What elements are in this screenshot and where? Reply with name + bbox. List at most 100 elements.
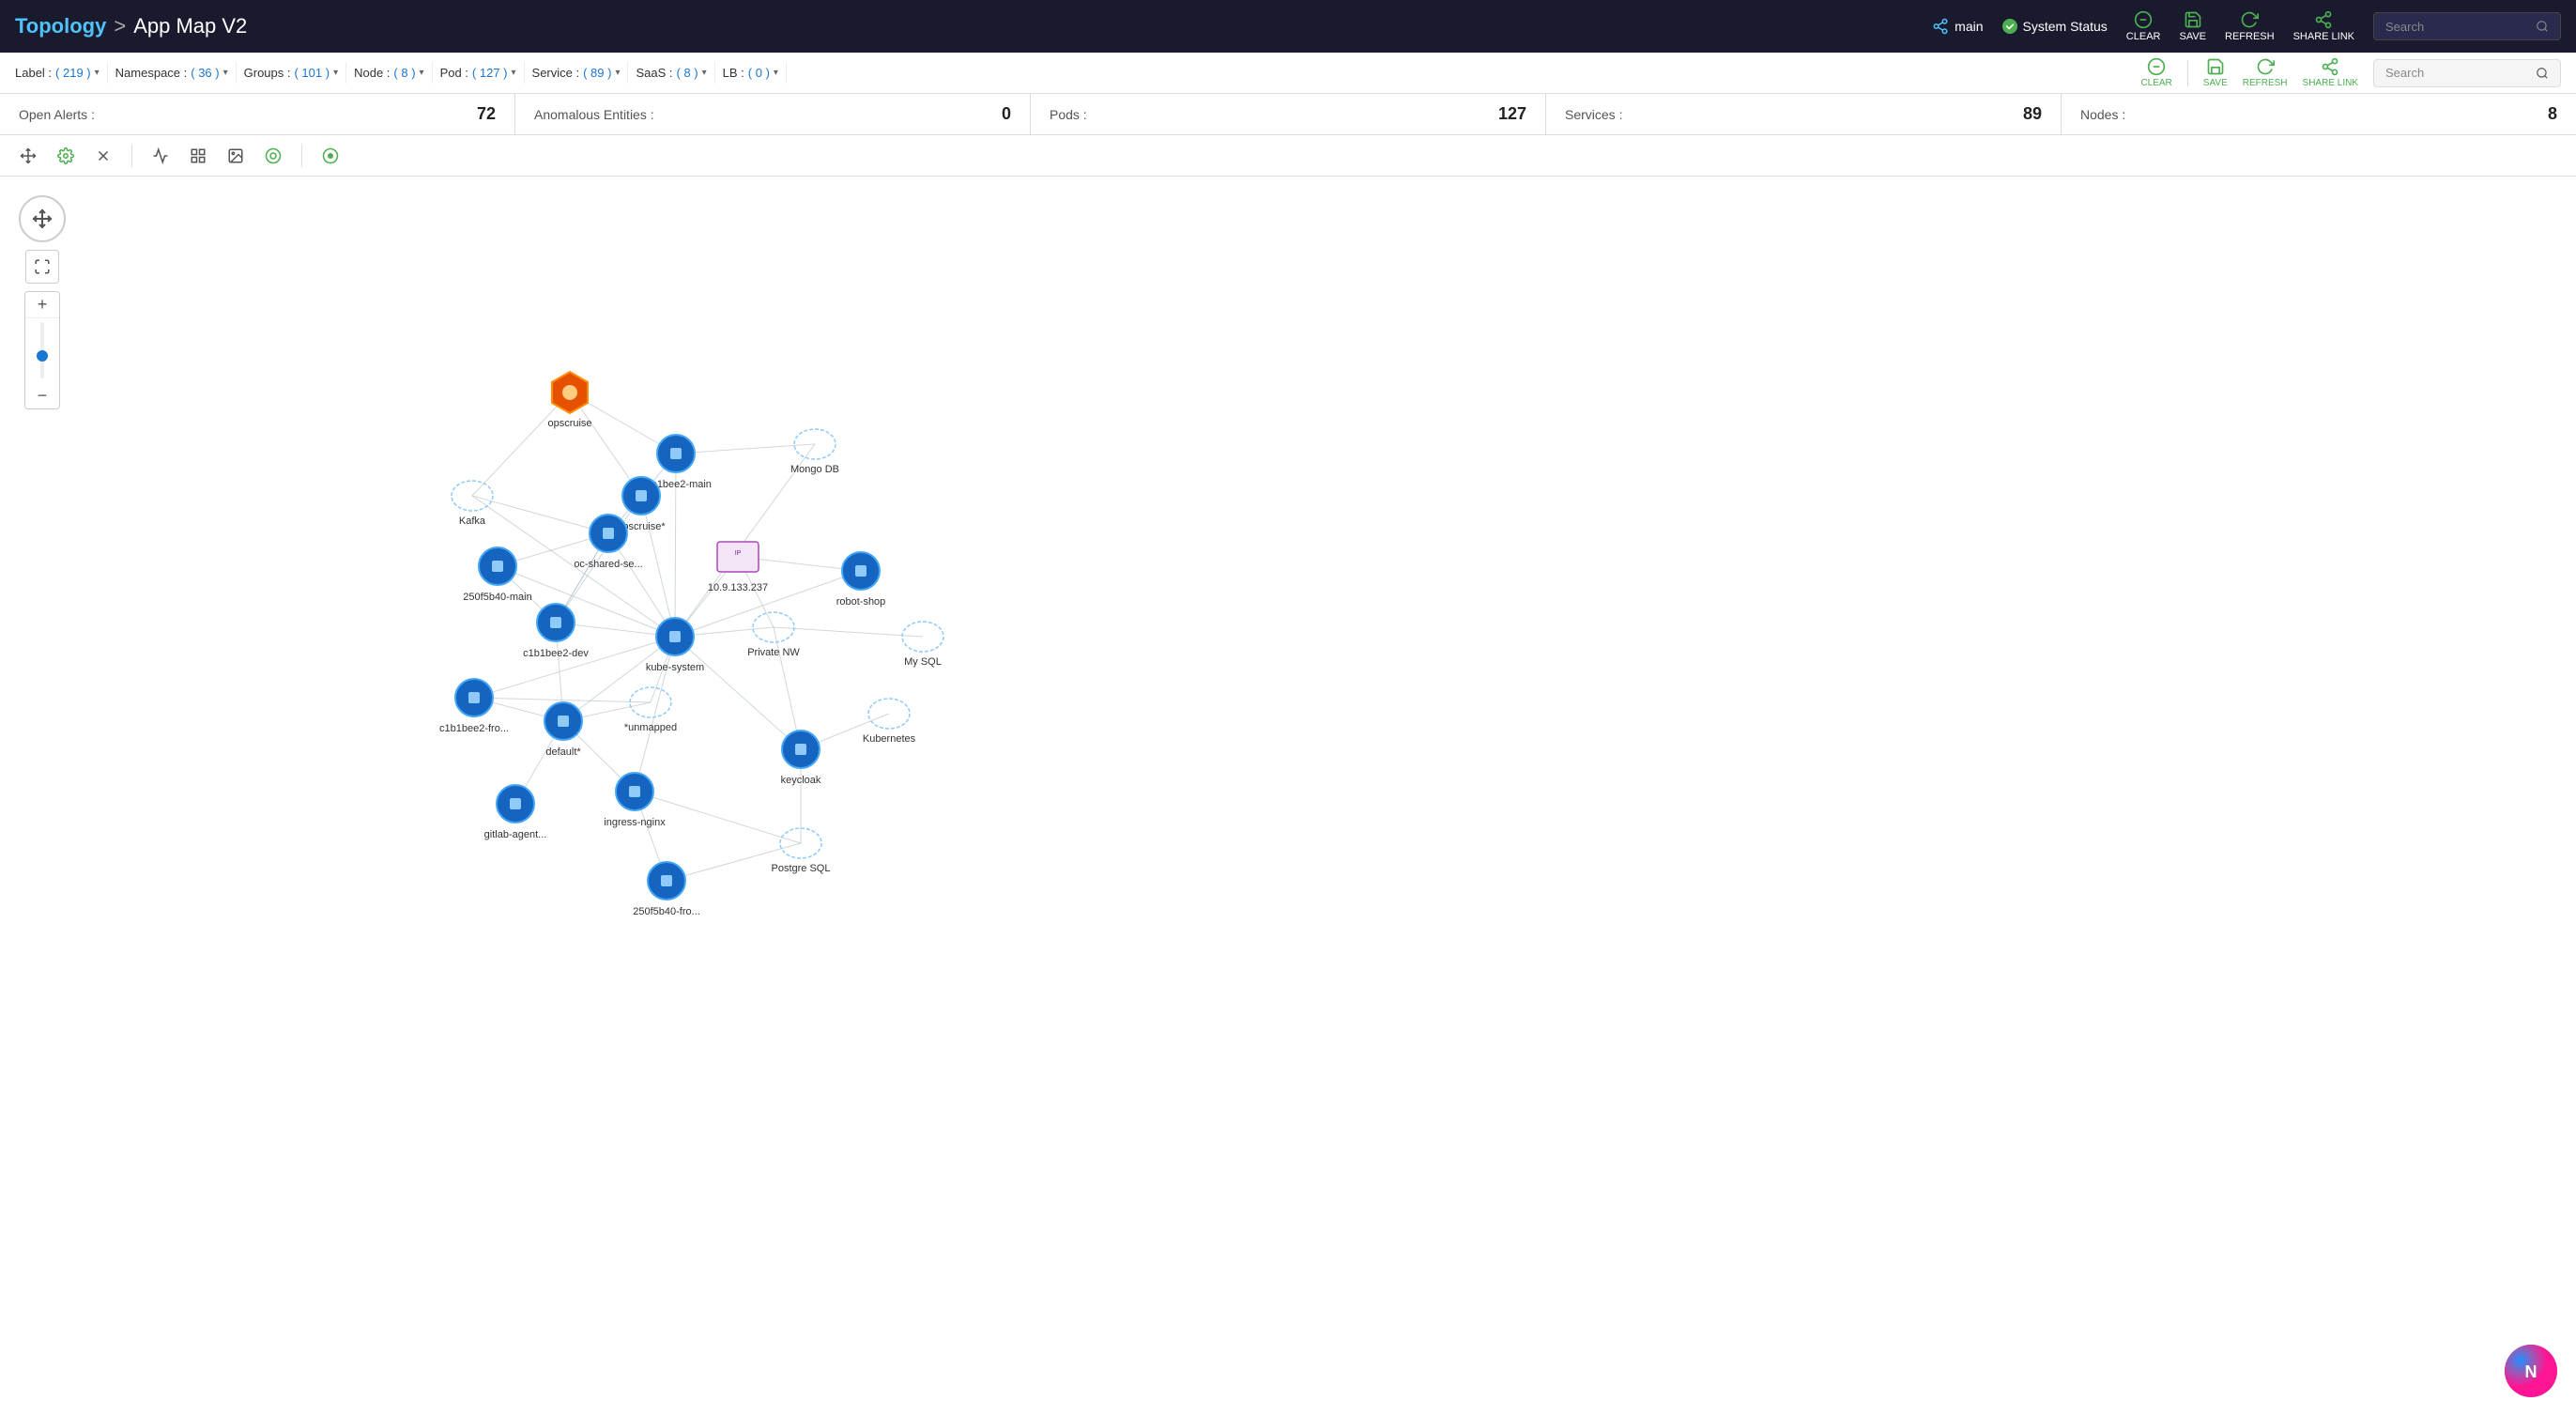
- graph-node-ip-router[interactable]: IP10.9.133.237: [708, 542, 768, 593]
- graph-node-250f5b40-fro[interactable]: 250f5b40-fro...: [633, 862, 700, 917]
- stat-alerts: Open Alerts :72: [0, 94, 515, 134]
- header-left: Topology > App Map V2: [15, 14, 247, 38]
- toolbar-sep-1: [131, 145, 132, 167]
- search-icon: [2536, 19, 2549, 34]
- svg-text:250f5b40-main: 250f5b40-main: [463, 592, 531, 603]
- fit-view-button[interactable]: [25, 250, 59, 284]
- main-indicator: main: [1932, 18, 1983, 35]
- stat-pods: Pods :127: [1031, 94, 1546, 134]
- graph-node-kafka[interactable]: Kafka: [452, 481, 493, 527]
- graph-node-mysql[interactable]: My SQL: [902, 622, 943, 668]
- breadcrumb-topology[interactable]: Topology: [15, 14, 106, 38]
- header: Topology > App Map V2 main System Status…: [0, 0, 2576, 53]
- refresh-filter-button[interactable]: REFRESH: [2243, 57, 2288, 88]
- svg-text:ingress-nginx: ingress-nginx: [604, 817, 666, 828]
- filter-lb[interactable]: LB :( 0 )▾: [715, 62, 787, 84]
- settings-tool[interactable]: [53, 143, 79, 169]
- save-filter-button[interactable]: SAVE: [2203, 57, 2228, 88]
- share-filter-label: SHARE LINK: [2303, 78, 2358, 88]
- graph-edge: [472, 392, 570, 496]
- search-input[interactable]: [2385, 20, 2528, 34]
- path-tool[interactable]: [147, 143, 174, 169]
- zoom-slider[interactable]: [40, 322, 44, 378]
- graph-node-unmapped[interactable]: *unmapped: [624, 687, 677, 733]
- graph-node-opscruise-top[interactable]: opscruise: [547, 372, 591, 429]
- share-link-button[interactable]: SHARE LINK: [2293, 10, 2354, 42]
- graph-edge: [641, 496, 675, 637]
- graph-node-kubernetes[interactable]: Kubernetes: [863, 699, 916, 745]
- save-label: SAVE: [2179, 31, 2206, 42]
- graph-node-kube-system[interactable]: kube-system: [646, 618, 704, 673]
- main-search-box[interactable]: [2373, 59, 2561, 87]
- toolbar-separator-1: [2187, 60, 2188, 86]
- svg-text:opscruise: opscruise: [547, 418, 591, 429]
- clear-filter-button[interactable]: CLEAR: [2140, 57, 2171, 88]
- main-search-input[interactable]: [2385, 66, 2528, 80]
- stat-nodes: Nodes :8: [2062, 94, 2576, 134]
- svg-text:Private NW: Private NW: [747, 647, 800, 658]
- graph-edge: [635, 637, 675, 792]
- svg-text:Kubernetes: Kubernetes: [863, 733, 916, 745]
- svg-text:gitlab-agent...: gitlab-agent...: [484, 829, 547, 840]
- filter-service[interactable]: Service :( 89 )▾: [525, 62, 629, 84]
- save-filter-label: SAVE: [2203, 78, 2228, 88]
- system-status-label: System Status: [2023, 19, 2108, 34]
- status-dot: [2002, 19, 2017, 34]
- graph-node-250f5b40-main[interactable]: 250f5b40-main: [463, 547, 531, 603]
- refresh-button[interactable]: REFRESH: [2225, 10, 2275, 42]
- share-nodes-icon: [1932, 18, 1949, 35]
- graph-node-c1b1bee2-dev[interactable]: c1b1bee2-dev: [523, 604, 589, 659]
- graph-node-mongodb[interactable]: Mongo DB: [790, 429, 839, 475]
- main-canvas[interactable]: + − opscruisec1b1bee2-mainMongo DBKafkao…: [0, 177, 2576, 1416]
- graph-node-default[interactable]: default*: [544, 702, 582, 758]
- svg-text:Kafka: Kafka: [459, 516, 486, 527]
- clear-button[interactable]: CLEAR: [2126, 10, 2161, 42]
- svg-text:c1b1bee2-dev: c1b1bee2-dev: [523, 648, 589, 659]
- graph-edge: [472, 496, 608, 533]
- refresh-filter-label: REFRESH: [2243, 78, 2288, 88]
- save-button[interactable]: SAVE: [2179, 10, 2206, 42]
- search-box[interactable]: [2373, 12, 2561, 40]
- filter-pod[interactable]: Pod :( 127 )▾: [433, 62, 525, 84]
- filter-node[interactable]: Node :( 8 )▾: [346, 62, 432, 84]
- zoom-slider-thumb: [37, 350, 48, 362]
- zoom-out-button[interactable]: −: [25, 382, 59, 408]
- layout-tool[interactable]: [185, 143, 211, 169]
- graph-edge: [774, 627, 923, 637]
- svg-text:c1b1bee2-fro...: c1b1bee2-fro...: [439, 723, 509, 734]
- graph-node-private-nw[interactable]: Private NW: [747, 612, 800, 658]
- filter-saas[interactable]: SaaS :( 8 )▾: [628, 62, 714, 84]
- graph-edge: [667, 843, 801, 881]
- pan-control[interactable]: [19, 195, 66, 242]
- radio-tool[interactable]: [317, 143, 344, 169]
- filter-groups[interactable]: Groups :( 101 )▾: [237, 62, 346, 84]
- donut-tool[interactable]: [260, 143, 286, 169]
- svg-text:N: N: [2525, 1362, 2538, 1381]
- svg-text:Postgre SQL: Postgre SQL: [772, 863, 831, 874]
- clear-filter-label: CLEAR: [2140, 78, 2171, 88]
- filter-left: Label :( 219 )▾Namespace :( 36 )▾Groups …: [15, 62, 787, 84]
- user-avatar[interactable]: N: [2505, 1345, 2557, 1397]
- graph-node-keycloak[interactable]: keycloak: [781, 731, 821, 786]
- image-tool[interactable]: [222, 143, 249, 169]
- toolbar-sep-2: [301, 145, 302, 167]
- header-right: main System Status CLEAR SAVE REFRESH SH…: [1932, 10, 2561, 42]
- filter-right: CLEAR SAVE REFRESH SHARE LINK: [2140, 57, 2561, 88]
- share-filter-button[interactable]: SHARE LINK: [2303, 57, 2358, 88]
- close-tool[interactable]: [90, 143, 116, 169]
- filter-label[interactable]: Label :( 219 )▾: [15, 62, 108, 84]
- breadcrumb: Topology > App Map V2: [15, 14, 247, 38]
- graph-node-c1b1bee2-fro[interactable]: c1b1bee2-fro...: [439, 679, 509, 734]
- zoom-in-button[interactable]: +: [25, 292, 59, 318]
- breadcrumb-page-title: App Map V2: [133, 14, 247, 38]
- graph-node-gitlab-agent[interactable]: gitlab-agent...: [484, 785, 547, 840]
- graph-edge: [675, 571, 861, 637]
- svg-text:My SQL: My SQL: [904, 656, 942, 668]
- graph-edge: [676, 444, 815, 454]
- main-search-icon: [2536, 66, 2549, 81]
- graph-node-ingress-nginx[interactable]: ingress-nginx: [604, 773, 666, 828]
- move-tool[interactable]: [15, 143, 41, 169]
- graph-node-robot-shop[interactable]: robot-shop: [836, 552, 886, 608]
- filter-bar: Label :( 219 )▾Namespace :( 36 )▾Groups …: [0, 53, 2576, 94]
- filter-namespace[interactable]: Namespace :( 36 )▾: [108, 62, 237, 84]
